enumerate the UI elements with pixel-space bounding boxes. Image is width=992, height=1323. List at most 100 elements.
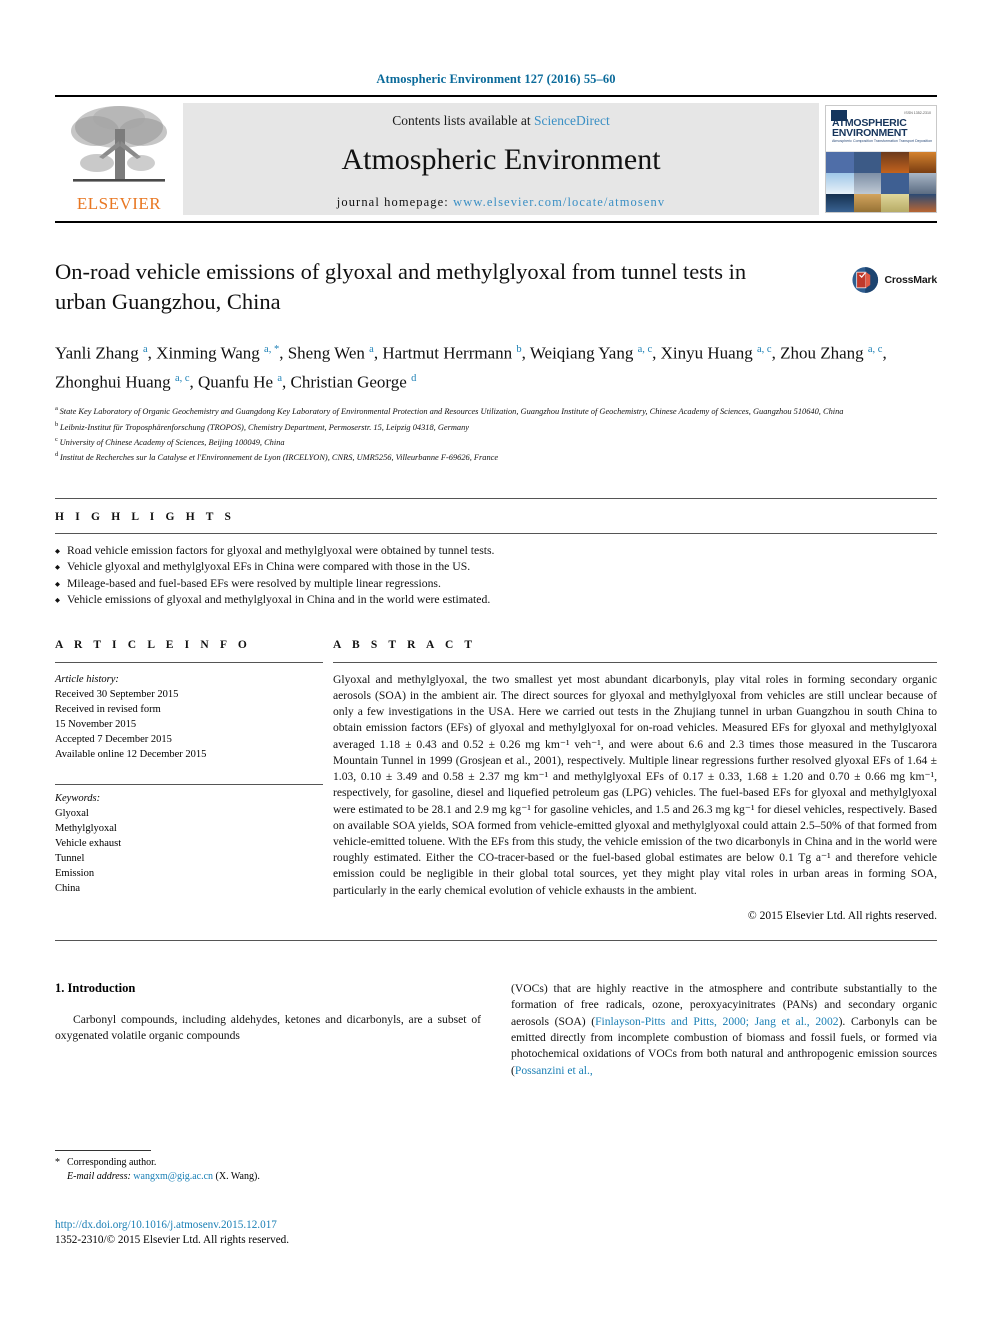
- abstract-heading: A B S T R A C T: [333, 638, 477, 651]
- author-name[interactable]: Zhou Zhang: [780, 344, 868, 363]
- author-affiliation-marker[interactable]: a, c: [175, 373, 190, 384]
- affiliation-item: b Leibniz-Institut für Troposphärenforsc…: [55, 419, 937, 434]
- author-affiliation-marker[interactable]: a: [143, 344, 148, 355]
- affiliation-text: Leibniz-Institut für Troposphärenforschu…: [59, 422, 469, 432]
- author-name[interactable]: Quanfu He: [198, 372, 277, 391]
- info-abstract-section: A R T I C L E I N F O Article history: R…: [55, 639, 937, 922]
- abstract-column: A B S T R A C T Glyoxal and methylglyoxa…: [323, 639, 937, 922]
- cover-title: ATMOSPHERIC ENVIRONMENT: [832, 118, 908, 139]
- keywords-rule: [55, 783, 323, 785]
- cover-header: ISSN 1352-2310 ATMOSPHERIC ENVIRONMENT A…: [826, 106, 936, 152]
- author-affiliation-marker[interactable]: a: [369, 344, 374, 355]
- crossmark-badge[interactable]: CrossMark: [851, 259, 937, 301]
- body-left-column: 1. Introduction Carbonyl compounds, incl…: [55, 981, 481, 1079]
- issn-copyright-line: 1352-2310/© 2015 Elsevier Ltd. All right…: [55, 1234, 290, 1246]
- keyword-item: Tunnel: [55, 852, 85, 864]
- highlights-list: Road vehicle emission factors for glyoxa…: [55, 543, 937, 609]
- homepage-label: journal homepage:: [336, 194, 454, 209]
- elsevier-wordmark: ELSEVIER: [76, 194, 162, 213]
- introduction-heading: 1. Introduction: [55, 980, 136, 995]
- highlight-item: Mileage-based and fuel-based EFs were re…: [55, 576, 937, 593]
- highlights-section: H I G H L I G H T S Road vehicle emissio…: [55, 497, 937, 609]
- affiliation-text: Institut de Recherches sur la Catalyse e…: [59, 453, 499, 463]
- abstract-text: Glyoxal and methylglyoxal, the two small…: [333, 672, 937, 897]
- article-history-label: Article history:: [55, 673, 119, 685]
- article-history-list: Received 30 September 2015 Received in re…: [55, 687, 323, 762]
- author-affiliation-marker[interactable]: a: [277, 373, 282, 384]
- author-name[interactable]: Xinyu Huang: [661, 344, 757, 363]
- highlights-rule: [55, 532, 937, 534]
- keyword-item: Emission: [55, 867, 95, 879]
- abstract-copyright: © 2015 Elsevier Ltd. All rights reserved…: [747, 908, 937, 922]
- cover-subtitle: Atmospheric Composition Transformation T…: [832, 139, 933, 143]
- highlight-item: Vehicle glyoxal and methylglyoxal EFs in…: [55, 559, 937, 576]
- email-line: E-mail address: wangxm@gig.ac.cn (X. Wan…: [55, 1170, 475, 1184]
- keyword-item: Methylglyoxal: [55, 822, 117, 834]
- affiliation-list: a State Key Laboratory of Organic Geoche…: [55, 403, 937, 465]
- corresponding-author-text: Corresponding author.: [67, 1157, 157, 1168]
- affiliation-item: a State Key Laboratory of Organic Geoche…: [55, 403, 937, 418]
- journal-banner: Contents lists available at ScienceDirec…: [183, 103, 819, 215]
- author-name[interactable]: Sheng Wen: [288, 344, 369, 363]
- cover-issn: ISSN 1352-2310: [904, 111, 931, 115]
- journal-cover-thumbnail: ISSN 1352-2310 ATMOSPHERIC ENVIRONMENT A…: [825, 105, 937, 213]
- keyword-item: China: [55, 882, 81, 894]
- affiliation-text: State Key Laboratory of Organic Geochemi…: [59, 407, 844, 417]
- email-label: E-mail address:: [67, 1171, 134, 1182]
- email-link[interactable]: wangxm@gig.ac.cn: [133, 1171, 213, 1182]
- author-name[interactable]: Zhonghui Huang: [55, 372, 175, 391]
- author-affiliation-marker[interactable]: a, *: [264, 344, 279, 355]
- title-block: On-road vehicle emissions of glyoxal and…: [55, 257, 937, 465]
- intro-paragraph-left: Carbonyl compounds, including aldehydes,…: [55, 1012, 481, 1043]
- author-name[interactable]: Xinming Wang: [156, 344, 264, 363]
- author-affiliation-marker[interactable]: a, c: [868, 344, 883, 355]
- affiliation-item: c University of Chinese Academy of Scien…: [55, 434, 937, 449]
- article-page: Atmospheric Environment 127 (2016) 55–60: [0, 0, 992, 1323]
- running-head: Atmospheric Environment 127 (2016) 55–60: [376, 72, 616, 86]
- author-name[interactable]: Christian George: [291, 372, 412, 391]
- footnote-star: *: [55, 1157, 60, 1168]
- journal-homepage-line: journal homepage: www.elsevier.com/locat…: [337, 195, 665, 210]
- body-right-column: (VOCs) that are highly reactive in the a…: [511, 981, 937, 1079]
- article-history-item: Available online 12 December 2015: [55, 748, 207, 760]
- affiliation-item: d Institut de Recherches sur la Catalyse…: [55, 449, 937, 464]
- highlight-item: Road vehicle emission factors for glyoxa…: [55, 543, 937, 560]
- journal-masthead: ELSEVIER Contents lists available at Sci…: [55, 95, 937, 223]
- cover-title-line2: ENVIRONMENT: [832, 127, 908, 139]
- page-footer: http://dx.doi.org/10.1016/j.atmosenv.201…: [55, 1218, 515, 1248]
- elsevier-logo: ELSEVIER: [55, 97, 183, 221]
- citation-link-2[interactable]: Possanzini et al.,: [515, 1064, 593, 1077]
- highlights-heading: H I G H L I G H T S: [55, 510, 236, 523]
- homepage-url[interactable]: www.elsevier.com/locate/atmosenv: [453, 195, 665, 209]
- author-name[interactable]: Weiqiang Yang: [530, 344, 638, 363]
- footnote-rule: [55, 1150, 151, 1151]
- page-title: On-road vehicle emissions of glyoxal and…: [55, 259, 747, 314]
- article-info-rule: [55, 661, 323, 663]
- keyword-item: Glyoxal: [55, 807, 89, 819]
- contents-prefix: Contents lists available at: [392, 112, 534, 128]
- elsevier-tree-icon: [71, 106, 167, 182]
- keywords-block: Keywords: Glyoxal Methylglyoxal Vehicle ex…: [55, 783, 323, 896]
- body-columns: 1. Introduction Carbonyl compounds, incl…: [55, 981, 937, 1079]
- intro-paragraph-right: (VOCs) that are highly reactive in the a…: [511, 981, 937, 1079]
- doi-link[interactable]: http://dx.doi.org/10.1016/j.atmosenv.201…: [55, 1218, 515, 1233]
- article-history-item: Received in revised form: [55, 703, 161, 715]
- author-affiliation-marker[interactable]: d: [411, 373, 416, 384]
- author-affiliation-marker[interactable]: a, c: [638, 344, 653, 355]
- article-info-column: A R T I C L E I N F O Article history: R…: [55, 639, 323, 922]
- article-history-item: Accepted 7 December 2015: [55, 733, 172, 745]
- author-name[interactable]: Hartmut Herrmann: [382, 344, 516, 363]
- article-history-item: 15 November 2015: [55, 718, 137, 730]
- corresponding-author-footnote: * Corresponding author. E-mail address: …: [55, 1150, 475, 1184]
- affiliation-text: University of Chinese Academy of Science…: [59, 437, 285, 447]
- sciencedirect-link[interactable]: ScienceDirect: [534, 113, 610, 128]
- author-name[interactable]: Yanli Zhang: [55, 344, 143, 363]
- highlight-item: Vehicle emissions of glyoxal and methylg…: [55, 592, 937, 609]
- author-affiliation-marker[interactable]: a, c: [757, 344, 772, 355]
- citation-link-1[interactable]: Finlayson-Pitts and Pitts, 2000; Jang et…: [595, 1015, 838, 1028]
- crossmark-label: CrossMark: [884, 274, 938, 286]
- author-affiliation-marker[interactable]: b: [516, 344, 521, 355]
- highlights-top-rule: [55, 497, 937, 499]
- article-info-heading: A R T I C L E I N F O: [55, 638, 251, 651]
- section-divider: [55, 939, 937, 941]
